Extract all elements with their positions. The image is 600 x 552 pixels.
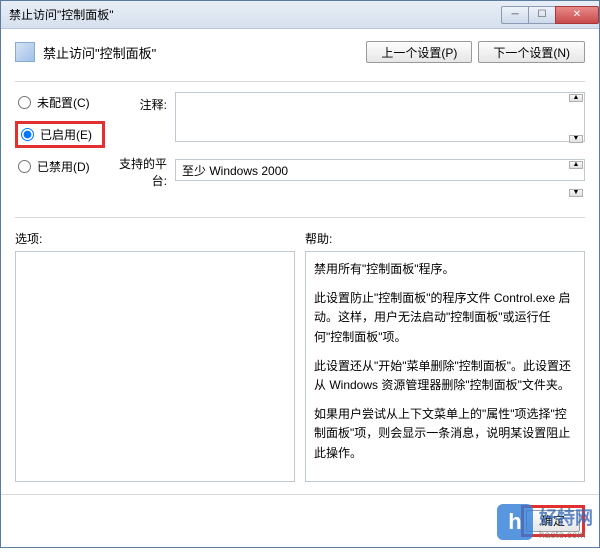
radio-enabled[interactable]: 已启用(E) [15, 121, 105, 148]
platform-field: 至少 Windows 2000 [175, 159, 585, 181]
config-row: 未配置(C) 已启用(E) 已禁用(D) 注释: ▲ [15, 92, 585, 189]
radio-disabled-input[interactable] [18, 160, 31, 173]
next-setting-button[interactable]: 下一个设置(N) [478, 41, 585, 63]
help-paragraph: 禁用所有"控制面板"程序。 [314, 260, 576, 279]
help-paragraph: 此设置还从"开始"菜单删除"控制面板"。此设置还从 Windows 资源管理器删… [314, 357, 576, 395]
help-panel: 禁用所有"控制面板"程序。 此设置防止"控制面板"的程序文件 Control.e… [305, 251, 585, 482]
window-controls: ─ ☐ ✕ [502, 6, 599, 24]
header-row: 禁止访问"控制面板" 上一个设置(P) 下一个设置(N) [15, 41, 585, 73]
help-label: 帮助: [305, 230, 585, 247]
platform-value: 至少 Windows 2000 [182, 162, 288, 179]
radio-enabled-label: 已启用(E) [40, 126, 92, 143]
content-area: 禁止访问"控制面板" 上一个设置(P) 下一个设置(N) 未配置(C) 已启用(… [1, 29, 599, 494]
radio-disabled[interactable]: 已禁用(D) [15, 156, 105, 177]
options-panel [15, 251, 295, 482]
platform-label: 支持的平台: [105, 151, 175, 189]
radio-disabled-label: 已禁用(D) [37, 158, 90, 175]
options-label: 选项: [15, 230, 295, 247]
footer: 确定 h 好特网 haote.com [1, 494, 599, 547]
help-paragraph: 如果用户尝试从上下文菜单上的"属性"项选择"控制面板"项，则会显示一条消息，说明… [314, 405, 576, 463]
comment-label: 注释: [105, 92, 175, 113]
radio-not-configured[interactable]: 未配置(C) [15, 92, 105, 113]
close-button[interactable]: ✕ [555, 6, 599, 24]
comment-textarea[interactable] [175, 92, 585, 142]
radio-enabled-input[interactable] [21, 128, 34, 141]
help-paragraph: 此设置防止"控制面板"的程序文件 Control.exe 启动。这样，用户无法启… [314, 289, 576, 347]
minimize-button[interactable]: ─ [501, 6, 529, 24]
policy-title: 禁止访问"控制面板" [43, 43, 156, 62]
watermark: h 好特网 haote.com [497, 504, 593, 541]
divider [15, 81, 585, 82]
radio-group: 未配置(C) 已启用(E) 已禁用(D) [15, 92, 105, 185]
maximize-button[interactable]: ☐ [528, 6, 556, 24]
radio-not-configured-input[interactable] [18, 96, 31, 109]
platform-scroll-down[interactable]: ▼ [569, 189, 583, 197]
dialog-window: 禁止访问"控制面板" ─ ☐ ✕ 禁止访问"控制面板" 上一个设置(P) 下一个… [0, 0, 600, 548]
watermark-logo-icon: h [497, 504, 533, 540]
platform-scroll-up[interactable]: ▲ [569, 161, 583, 169]
watermark-name: 好特网 [539, 508, 593, 528]
policy-icon [15, 42, 35, 62]
lower-section: 选项: 帮助: 禁用所有"控制面板"程序。 此设置防止"控制面板"的程序文件 C… [15, 230, 585, 482]
watermark-url: haote.com [539, 530, 593, 541]
titlebar: 禁止访问"控制面板" ─ ☐ ✕ [1, 1, 599, 29]
radio-not-configured-label: 未配置(C) [37, 94, 90, 111]
previous-setting-button[interactable]: 上一个设置(P) [366, 41, 472, 63]
comment-scroll-down[interactable]: ▼ [569, 135, 583, 143]
window-title: 禁止访问"控制面板" [9, 6, 114, 23]
comment-scroll-up[interactable]: ▲ [569, 94, 583, 102]
divider-2 [15, 217, 585, 218]
